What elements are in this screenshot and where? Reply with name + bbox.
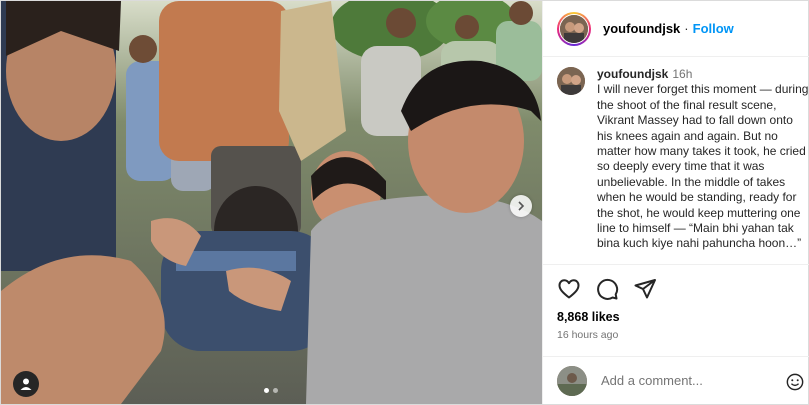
post-media[interactable] [1, 1, 542, 404]
comment-icon[interactable] [595, 277, 619, 301]
post-dialog: youfoundjsk · Follow youfoundjsk 16h I wi… [0, 0, 809, 405]
user-tag-icon [20, 378, 32, 390]
separator-dot: · [684, 21, 689, 36]
tagged-users-button[interactable] [13, 371, 39, 397]
post-timestamp[interactable]: 16 hours ago [557, 329, 809, 341]
caption-time: 16h [672, 67, 693, 81]
author-username[interactable]: youfoundjsk [603, 21, 680, 36]
avatar [560, 14, 588, 43]
comment-input[interactable] [599, 372, 783, 389]
story-ring[interactable] [557, 11, 591, 46]
likes-count[interactable]: 8,868 likes [557, 310, 809, 324]
post-photo [1, 1, 542, 404]
share-icon[interactable] [633, 277, 657, 301]
post-actions: 8,868 likes 16 hours ago [543, 264, 809, 341]
avatar[interactable] [557, 67, 585, 95]
post-caption: youfoundjsk 16h I will never forget this … [557, 67, 809, 263]
follow-button[interactable]: Follow [693, 21, 734, 36]
carousel-dot [273, 388, 278, 393]
carousel-dot-active [264, 388, 269, 393]
post-header: youfoundjsk · Follow [543, 1, 809, 57]
carousel-indicator [264, 388, 278, 393]
heart-icon[interactable] [557, 277, 581, 301]
avatar [557, 365, 587, 396]
emoji-icon[interactable] [786, 373, 804, 391]
post-sidebar: youfoundjsk · Follow youfoundjsk 16h I wi… [542, 1, 809, 404]
comment-bar [543, 356, 809, 404]
next-photo-button[interactable] [510, 195, 532, 217]
chevron-right-icon [518, 201, 525, 211]
caption-text: I will never forget this moment — during… [597, 82, 809, 251]
caption-username[interactable]: youfoundjsk [597, 67, 668, 81]
